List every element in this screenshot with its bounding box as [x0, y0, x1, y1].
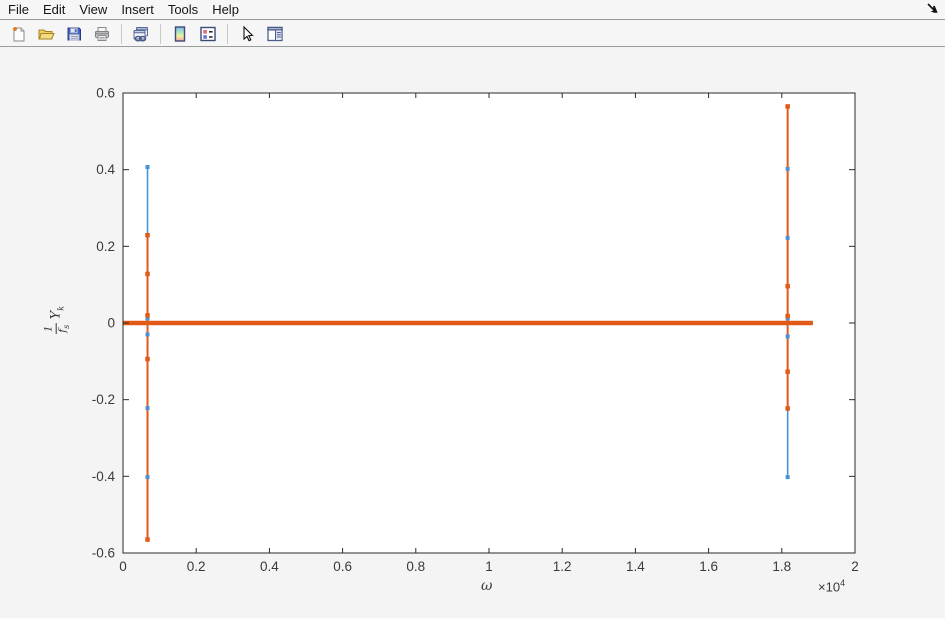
select-mode-button[interactable]: [234, 21, 260, 47]
series-orange-marker: [145, 537, 150, 542]
y-tick-label: -0.6: [92, 546, 115, 561]
y-tick-label: -0.2: [92, 392, 115, 407]
menu-help[interactable]: Help: [205, 0, 246, 20]
series-blue-marker: [785, 166, 790, 171]
series-orange-marker: [785, 369, 790, 374]
menu-file[interactable]: File: [8, 0, 36, 20]
insert-colorbar-button[interactable]: [167, 21, 193, 47]
toolbar-separator: [121, 23, 122, 44]
menu-tools[interactable]: Tools: [161, 0, 205, 20]
series-orange-marker: [785, 283, 790, 289]
menubar: File Edit View Insert Tools Help: [0, 0, 945, 20]
print-figure-button[interactable]: [89, 21, 115, 47]
x-tick-label: 1.4: [626, 559, 645, 574]
new-figure-button[interactable]: [5, 21, 31, 47]
y-axis-label: 1 fs Yk: [42, 305, 71, 335]
x-tick-label: 1.6: [699, 559, 718, 574]
y-tick-label: 0.6: [96, 86, 115, 101]
x-tick-label: 0: [119, 559, 127, 574]
x-tick-label: 0.6: [333, 559, 352, 574]
series-orange-marker: [785, 313, 790, 319]
y-tick-label: 0.4: [96, 162, 115, 177]
series-blue-marker: [785, 334, 790, 339]
save-figure-button[interactable]: [61, 21, 87, 47]
figure-canvas: 0 0.2 0.4 0.6 0.8 1 1.2 1.4 1.6 1.8 2 0.6 0.4 0.2 0 -0.…: [0, 48, 945, 618]
plot-axes[interactable]: 0 0.2 0.4 0.6 0.8 1 1.2 1.4 1.6 1.8 2 0.6 0.4 0.2 0 -0.…: [0, 48, 945, 618]
pointer-icon: [243, 25, 254, 41]
insert-legend-button[interactable]: [195, 21, 221, 47]
y-label-symbol: Yk: [48, 305, 66, 320]
copy-figure-button[interactable]: [128, 21, 154, 47]
series-orange-marker: [145, 271, 150, 277]
x-axis-multiplier: ×104: [818, 578, 846, 595]
new-document-icon: [13, 26, 25, 41]
x-tick-label: 0.8: [406, 559, 425, 574]
y-tick-label: -0.4: [92, 469, 116, 484]
toolbar-separator: [160, 23, 161, 44]
linked-windows-icon: [133, 26, 148, 41]
y-tick-label: 0: [107, 316, 115, 331]
x-tick-label: 0.4: [260, 559, 279, 574]
open-folder-icon: [38, 29, 55, 39]
series-orange-marker: [785, 406, 790, 411]
series-blue-marker: [785, 475, 790, 480]
series-orange-marker: [145, 356, 150, 362]
toolbar-separator: [227, 23, 228, 44]
series-blue-marker: [145, 475, 150, 480]
series-orange-marker: [145, 232, 150, 238]
menu-edit[interactable]: Edit: [36, 0, 72, 20]
x-tick-label: 1.2: [553, 559, 572, 574]
series-blue-marker: [145, 406, 150, 411]
y-tick-label: 0.2: [96, 239, 115, 254]
open-figure-button[interactable]: [33, 21, 59, 47]
panel-icon: [267, 26, 283, 41]
series-blue-marker: [145, 332, 150, 337]
series-orange-marker: [145, 313, 150, 318]
x-axis-label: ω: [481, 578, 493, 594]
x-tick-label: 2: [851, 559, 859, 574]
menu-view[interactable]: View: [72, 0, 114, 20]
toolbar: [0, 21, 945, 47]
x-tick-label: 1.8: [772, 559, 791, 574]
cursor-arrow-icon: [927, 3, 938, 13]
x-tick-label: 1: [485, 559, 493, 574]
figure-window: File Edit View Insert Tools Help 0 0.2 0…: [0, 0, 945, 618]
series-orange-marker: [785, 104, 790, 109]
colorbar-icon: [174, 25, 186, 42]
toggle-panel-button[interactable]: [262, 21, 288, 47]
legend-icon: [200, 26, 216, 41]
save-icon: [67, 27, 81, 40]
y-label-fraction: 1 fs: [42, 323, 71, 335]
series-blue-marker: [785, 235, 790, 240]
menu-insert[interactable]: Insert: [114, 0, 161, 20]
series-blue-marker: [145, 164, 150, 169]
x-tick-label: 0.2: [187, 559, 206, 574]
print-icon: [95, 26, 109, 41]
